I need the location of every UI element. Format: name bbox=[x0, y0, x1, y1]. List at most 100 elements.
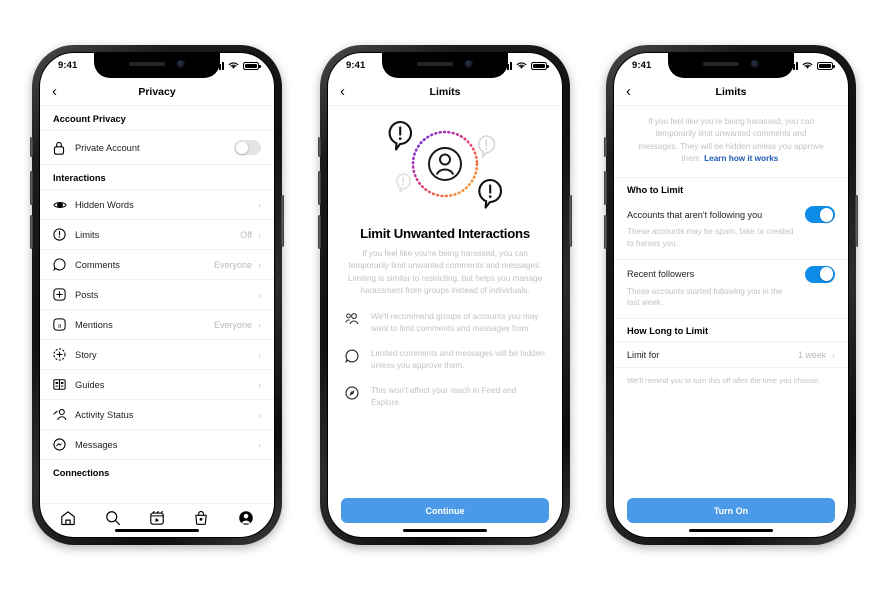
bullet-item: This won't affect your reach in Feed and… bbox=[345, 385, 545, 409]
volume-down-button[interactable] bbox=[604, 215, 607, 249]
mute-switch[interactable] bbox=[318, 137, 321, 157]
page-title: Limits bbox=[715, 85, 747, 98]
row-label: Limits bbox=[75, 229, 100, 240]
section-header-who-to-limit: Who to Limit bbox=[614, 177, 848, 200]
home-indicator bbox=[689, 528, 773, 532]
screenshot-canvas: 9:41 ‹ Privacy Account Privacy Private A… bbox=[0, 0, 890, 593]
limit-for-value: 1 week bbox=[798, 349, 826, 360]
guides-icon bbox=[53, 378, 75, 391]
search-icon[interactable] bbox=[105, 510, 121, 526]
row-label: Activity Status bbox=[75, 409, 134, 420]
option-subtitle: These accounts may be spam, fake or crea… bbox=[627, 227, 794, 248]
row-mentions[interactable]: a Mentions Everyone › bbox=[40, 310, 274, 340]
chevron-right-icon: › bbox=[258, 199, 261, 210]
bullet-text: This won't affect your reach in Feed and… bbox=[371, 385, 517, 407]
volume-up-button[interactable] bbox=[318, 171, 321, 205]
volume-down-button[interactable] bbox=[318, 215, 321, 249]
mute-switch[interactable] bbox=[30, 137, 33, 157]
row-label: Hidden Words bbox=[75, 199, 134, 210]
limits-headline: Limit Unwanted Interactions bbox=[360, 226, 530, 241]
row-story[interactable]: Story › bbox=[40, 340, 274, 370]
row-comments[interactable]: Comments Everyone › bbox=[40, 250, 274, 280]
cellular-signal-icon bbox=[212, 62, 224, 70]
row-label: Mentions bbox=[75, 319, 113, 330]
row-activity-status[interactable]: Activity Status › bbox=[40, 400, 274, 430]
battery-icon bbox=[531, 61, 549, 70]
section-header-account-privacy: Account Privacy bbox=[40, 106, 274, 131]
power-button[interactable] bbox=[569, 195, 572, 247]
privacy-settings-list[interactable]: Account Privacy Private Account Interact… bbox=[40, 106, 274, 503]
cellular-signal-icon bbox=[500, 62, 512, 70]
row-label: Private Account bbox=[75, 142, 140, 153]
power-button[interactable] bbox=[281, 195, 284, 247]
phone-2-limits-intro: 9:41 ‹ Limits Limit Unwanted Interaction… bbox=[318, 45, 572, 545]
bullet-item: We'll recommend groups of accounts you m… bbox=[345, 311, 545, 335]
page-title: Limits bbox=[429, 85, 461, 98]
messages-icon bbox=[53, 438, 75, 451]
turn-on-button[interactable]: Turn On bbox=[627, 498, 835, 523]
back-button[interactable]: ‹ bbox=[340, 84, 360, 99]
nav-bar-limits: ‹ Limits bbox=[614, 78, 848, 106]
reels-icon[interactable] bbox=[149, 510, 165, 526]
option-accounts-not-following[interactable]: Accounts that aren't following you These… bbox=[614, 200, 848, 258]
page-title: Privacy bbox=[138, 85, 176, 98]
mute-switch[interactable] bbox=[604, 137, 607, 157]
row-guides[interactable]: Guides › bbox=[40, 370, 274, 400]
section-header-connections: Connections bbox=[53, 468, 110, 478]
volume-up-button[interactable] bbox=[604, 171, 607, 205]
home-icon[interactable] bbox=[60, 510, 76, 526]
nav-bar-limits: ‹ Limits bbox=[328, 78, 562, 106]
row-limit-for[interactable]: Limit for 1 week › bbox=[614, 341, 848, 367]
story-icon bbox=[53, 348, 75, 361]
recent-followers-toggle[interactable] bbox=[805, 265, 835, 283]
profile-icon[interactable] bbox=[238, 510, 254, 526]
learn-how-it-works-link[interactable]: Learn how it works bbox=[704, 154, 778, 163]
section-header-interactions: Interactions bbox=[40, 165, 274, 190]
comments-icon bbox=[53, 258, 75, 271]
status-bar: 9:41 bbox=[40, 53, 274, 78]
row-value: Off bbox=[240, 229, 252, 240]
row-label: Story bbox=[75, 349, 97, 360]
shop-icon[interactable] bbox=[193, 510, 209, 526]
row-messages[interactable]: Messages › bbox=[40, 430, 274, 460]
compass-icon bbox=[345, 385, 361, 405]
comment-bubble-icon bbox=[345, 348, 361, 368]
phone-1-privacy: 9:41 ‹ Privacy Account Privacy Private A… bbox=[30, 45, 284, 545]
activity-status-icon bbox=[53, 408, 75, 421]
option-title: Accounts that aren't following you bbox=[627, 209, 763, 220]
volume-up-button[interactable] bbox=[30, 171, 33, 205]
back-button[interactable]: ‹ bbox=[626, 84, 646, 99]
chevron-right-icon: › bbox=[258, 289, 261, 300]
row-hidden-words[interactable]: Hidden Words › bbox=[40, 190, 274, 220]
bullet-text: Limited comments and messages will be hi… bbox=[371, 348, 545, 370]
row-limits[interactable]: Limits Off › bbox=[40, 220, 274, 250]
lock-icon bbox=[53, 141, 75, 155]
wifi-icon bbox=[228, 62, 239, 69]
status-time: 9:41 bbox=[632, 60, 652, 71]
chevron-right-icon: › bbox=[258, 319, 261, 330]
nav-bar-privacy: ‹ Privacy bbox=[40, 78, 274, 106]
limits-settings-content: If you feel like you're being harassed, … bbox=[614, 106, 848, 488]
row-value: Everyone bbox=[213, 319, 252, 330]
row-value: Everyone bbox=[213, 259, 252, 270]
back-button[interactable]: ‹ bbox=[52, 84, 72, 99]
private-account-toggle[interactable] bbox=[234, 140, 261, 155]
row-posts[interactable]: Posts › bbox=[40, 280, 274, 310]
chevron-right-icon: › bbox=[258, 379, 261, 390]
status-bar: 9:41 bbox=[328, 53, 562, 78]
status-bar: 9:41 bbox=[614, 53, 848, 78]
chevron-right-icon: › bbox=[832, 349, 835, 360]
limits-icon bbox=[53, 228, 75, 241]
row-label: Messages bbox=[75, 439, 118, 450]
home-indicator bbox=[403, 528, 487, 532]
battery-icon bbox=[817, 61, 835, 70]
option-recent-followers[interactable]: Recent followers These accounts started … bbox=[614, 258, 848, 318]
power-button[interactable] bbox=[855, 195, 858, 247]
limits-intro-text: If you feel like you're being harassed, … bbox=[614, 106, 848, 177]
row-private-account[interactable]: Private Account bbox=[40, 131, 274, 165]
continue-button[interactable]: Continue bbox=[341, 498, 549, 523]
volume-down-button[interactable] bbox=[30, 215, 33, 249]
accounts-not-following-toggle[interactable] bbox=[805, 206, 835, 224]
hidden-words-icon bbox=[53, 199, 75, 211]
limits-description: If you feel like you're being harassed, … bbox=[347, 249, 543, 295]
